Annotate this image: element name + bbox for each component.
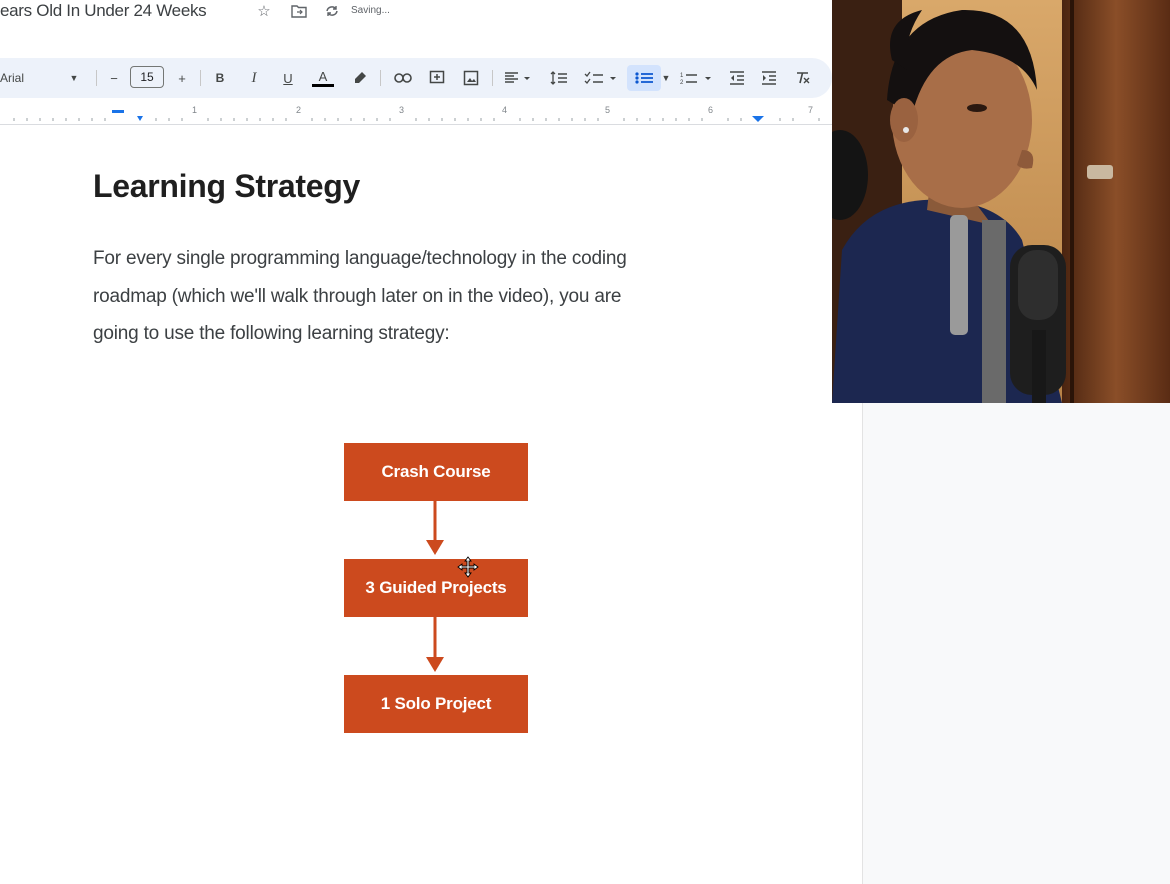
save-status: Saving... bbox=[351, 5, 390, 16]
ruler-mark: 7 bbox=[808, 105, 814, 115]
formatting-toolbar: Arial ▼ − 15 + B I U A ▼ 12 bbox=[0, 58, 832, 98]
document-heading[interactable]: Learning Strategy bbox=[93, 168, 360, 205]
highlight-pen-icon[interactable] bbox=[350, 68, 370, 88]
folder-move-icon[interactable] bbox=[289, 1, 309, 21]
toolbar-divider bbox=[380, 70, 381, 86]
star-icon[interactable]: ☆ bbox=[254, 1, 274, 21]
bullet-options-dropdown-icon[interactable]: ▼ bbox=[660, 68, 672, 88]
ruler-mark: 5 bbox=[605, 105, 611, 115]
font-family-select[interactable]: Arial bbox=[0, 68, 60, 88]
increase-font-size-button[interactable]: + bbox=[174, 68, 190, 88]
ruler-mark: 2 bbox=[296, 105, 302, 115]
svg-text:1: 1 bbox=[680, 73, 684, 79]
flow-step-guided-projects[interactable]: 3 Guided Projects bbox=[344, 559, 528, 617]
clear-formatting-icon[interactable] bbox=[792, 68, 814, 88]
decrease-font-size-button[interactable]: − bbox=[106, 68, 122, 88]
toolbar-divider bbox=[200, 70, 201, 86]
ruler-mark: 4 bbox=[502, 105, 508, 115]
flow-step-crash-course[interactable]: Crash Course bbox=[344, 443, 528, 501]
title-bar: ears Old In Under 24 Weeks ☆ Saving... bbox=[0, 0, 860, 60]
add-comment-icon[interactable] bbox=[426, 68, 448, 88]
align-left-icon[interactable] bbox=[502, 68, 536, 88]
checklist-icon[interactable] bbox=[582, 68, 622, 88]
numbered-list-icon[interactable]: 12 bbox=[678, 68, 718, 88]
paragraph-line: For every single programming language/te… bbox=[93, 248, 627, 269]
webcam-video bbox=[832, 0, 1170, 403]
underline-button[interactable]: U bbox=[278, 68, 298, 88]
insert-image-icon[interactable] bbox=[460, 68, 482, 88]
document-paragraph[interactable]: For every single programming language/te… bbox=[93, 240, 733, 353]
paragraph-line: roadmap (which we'll walk through later … bbox=[93, 285, 622, 307]
cloud-sync-icon[interactable] bbox=[322, 1, 342, 21]
decrease-indent-icon[interactable] bbox=[726, 68, 748, 88]
ruler-mark: 3 bbox=[399, 105, 405, 115]
ruler-mark: 6 bbox=[708, 105, 714, 115]
italic-button[interactable]: I bbox=[244, 68, 264, 88]
svg-text:2: 2 bbox=[680, 80, 684, 85]
font-size-input[interactable]: 15 bbox=[130, 66, 164, 88]
ruler-mark: 1 bbox=[192, 105, 198, 115]
webcam-presenter-image bbox=[832, 0, 1170, 403]
document-title[interactable]: ears Old In Under 24 Weeks bbox=[0, 1, 207, 21]
link-icon[interactable] bbox=[392, 68, 414, 88]
increase-indent-icon[interactable] bbox=[758, 68, 780, 88]
line-spacing-icon[interactable] bbox=[548, 68, 570, 88]
move-cursor-icon bbox=[457, 556, 479, 578]
font-dropdown-icon[interactable]: ▼ bbox=[68, 68, 80, 88]
toolbar-divider bbox=[96, 70, 97, 86]
bold-button[interactable]: B bbox=[210, 68, 230, 88]
horizontal-ruler[interactable]: 1 2 3 4 5 6 7 bbox=[0, 104, 832, 125]
bulleted-list-icon[interactable] bbox=[627, 65, 661, 91]
toolbar-divider bbox=[492, 70, 493, 86]
paragraph-line: going to use the following learning stra… bbox=[93, 323, 450, 344]
text-color-button[interactable]: A bbox=[312, 68, 334, 87]
flow-step-solo-project[interactable]: 1 Solo Project bbox=[344, 675, 528, 733]
document-page[interactable] bbox=[0, 125, 862, 884]
side-panel bbox=[862, 403, 1170, 884]
